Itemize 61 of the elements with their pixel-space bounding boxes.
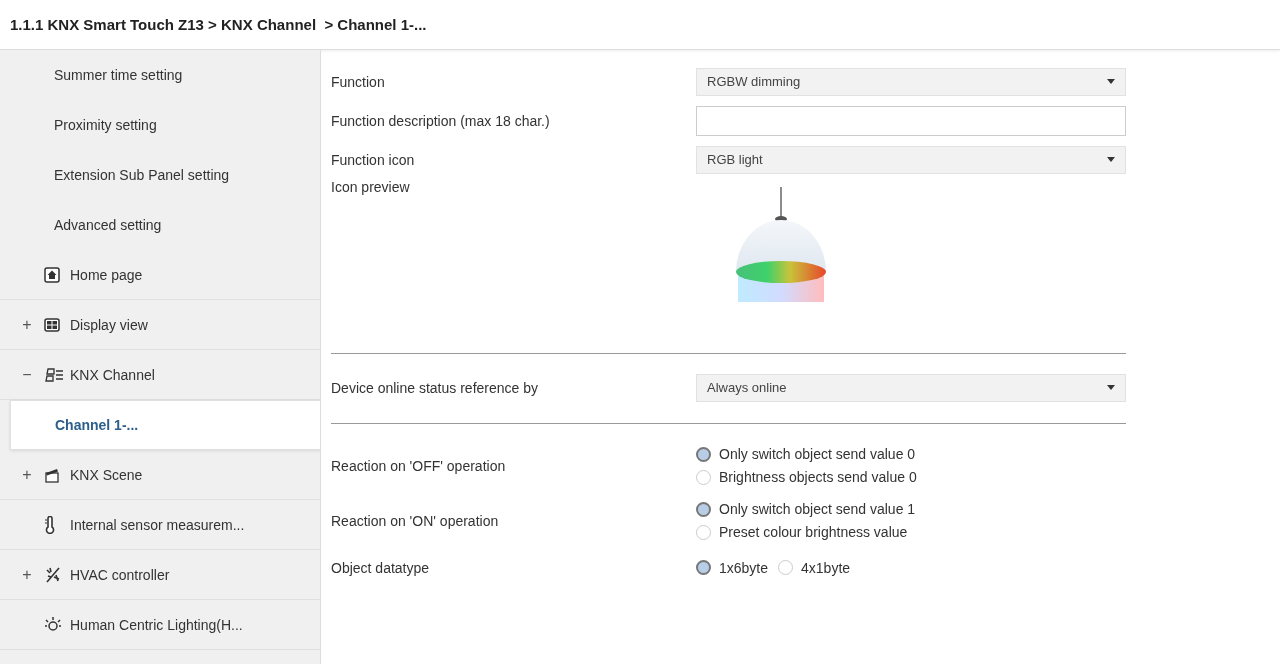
field-label: Device online status reference by bbox=[331, 379, 539, 396]
nav-label: Extension Sub Panel setting bbox=[54, 167, 230, 183]
caret-icon bbox=[1107, 79, 1115, 84]
clapperboard-icon bbox=[44, 466, 60, 483]
field-label: Function icon bbox=[331, 151, 416, 168]
nav-label: Proximity setting bbox=[54, 117, 157, 133]
field-label: Icon preview bbox=[331, 179, 410, 195]
home-icon bbox=[44, 266, 60, 283]
radio-button[interactable] bbox=[778, 560, 794, 575]
nav-label: Channel 1-... bbox=[55, 417, 139, 433]
nav-item[interactable]: Channel 1-... bbox=[10, 400, 320, 450]
radio-option[interactable]: Brightness objects send value 0 bbox=[696, 469, 1126, 485]
nav-label: Advanced setting bbox=[54, 217, 162, 233]
dropdown[interactable]: RGB light bbox=[696, 145, 1126, 174]
radio-button[interactable] bbox=[696, 524, 711, 540]
nav-label: Human Centric Lighting(H... bbox=[70, 616, 243, 633]
radio-option[interactable]: Only switch object send value 0 bbox=[696, 446, 1126, 462]
field-label: Function description (max 18 char.) bbox=[331, 112, 551, 129]
thermometer-icon bbox=[44, 515, 56, 534]
field-label: Reaction on 'ON' operation bbox=[331, 512, 500, 529]
dropdown[interactable]: Always online bbox=[696, 373, 1126, 402]
radio-button[interactable] bbox=[696, 446, 711, 462]
nav-item[interactable]: + HVAC controller bbox=[0, 550, 320, 600]
caret-icon bbox=[1107, 157, 1115, 162]
grid-icon bbox=[44, 317, 60, 332]
radio-option[interactable]: Only switch object send value 1 bbox=[696, 501, 1126, 517]
nav-label: Internal sensor measurem... bbox=[70, 516, 245, 533]
channel-icon bbox=[44, 366, 64, 383]
nav-item[interactable]: Home page bbox=[0, 250, 320, 300]
nav-item[interactable]: Summer time setting bbox=[0, 50, 320, 100]
breadcrumb: 1.1.1 KNX Smart Touch Z13 > KNX Channel > Channel 1-... bbox=[10, 16, 427, 33]
nav-item[interactable]: Proximity setting bbox=[0, 100, 320, 150]
nav-item[interactable]: Internal sensor measurem... bbox=[0, 500, 320, 550]
nav-item[interactable]: Human Centric Lighting(H... bbox=[0, 600, 320, 650]
expander-toggle[interactable]: − bbox=[20, 365, 34, 384]
nav-label: KNX Scene bbox=[70, 466, 143, 483]
nav-item[interactable]: + Display view bbox=[0, 300, 320, 350]
dropdown[interactable]: RGBW dimming bbox=[696, 67, 1126, 96]
field-label: Object datatype bbox=[331, 559, 431, 576]
caret-icon bbox=[1107, 385, 1115, 390]
radio-option[interactable]: 4x1byte bbox=[778, 559, 851, 576]
field-label: Function bbox=[331, 73, 386, 90]
radio-button[interactable] bbox=[696, 560, 711, 575]
nav-label: Summer time setting bbox=[54, 67, 183, 83]
nav-item[interactable]: Extension Sub Panel setting bbox=[0, 150, 320, 200]
expander-toggle[interactable]: + bbox=[20, 565, 34, 584]
radio-option[interactable]: 1x6byte bbox=[696, 559, 769, 576]
field-label: Reaction on 'OFF' operation bbox=[331, 457, 507, 474]
radio-button[interactable] bbox=[696, 501, 711, 517]
nav-label: Home page bbox=[70, 266, 143, 283]
nav-label: KNX Channel bbox=[70, 366, 155, 383]
nav-item[interactable]: + KNX Scene bbox=[0, 450, 320, 500]
nav-label: HVAC controller bbox=[70, 566, 170, 583]
expander-toggle[interactable]: + bbox=[20, 465, 34, 484]
radio-button[interactable] bbox=[696, 469, 711, 485]
input-field[interactable] bbox=[696, 105, 1126, 136]
nav-item[interactable]: Advanced setting bbox=[0, 200, 320, 250]
radio-option[interactable]: Preset colour brightness value bbox=[696, 524, 1126, 540]
sun-icon bbox=[44, 615, 62, 634]
expander-toggle[interactable]: + bbox=[20, 315, 34, 334]
nav-label: Display view bbox=[70, 316, 148, 333]
